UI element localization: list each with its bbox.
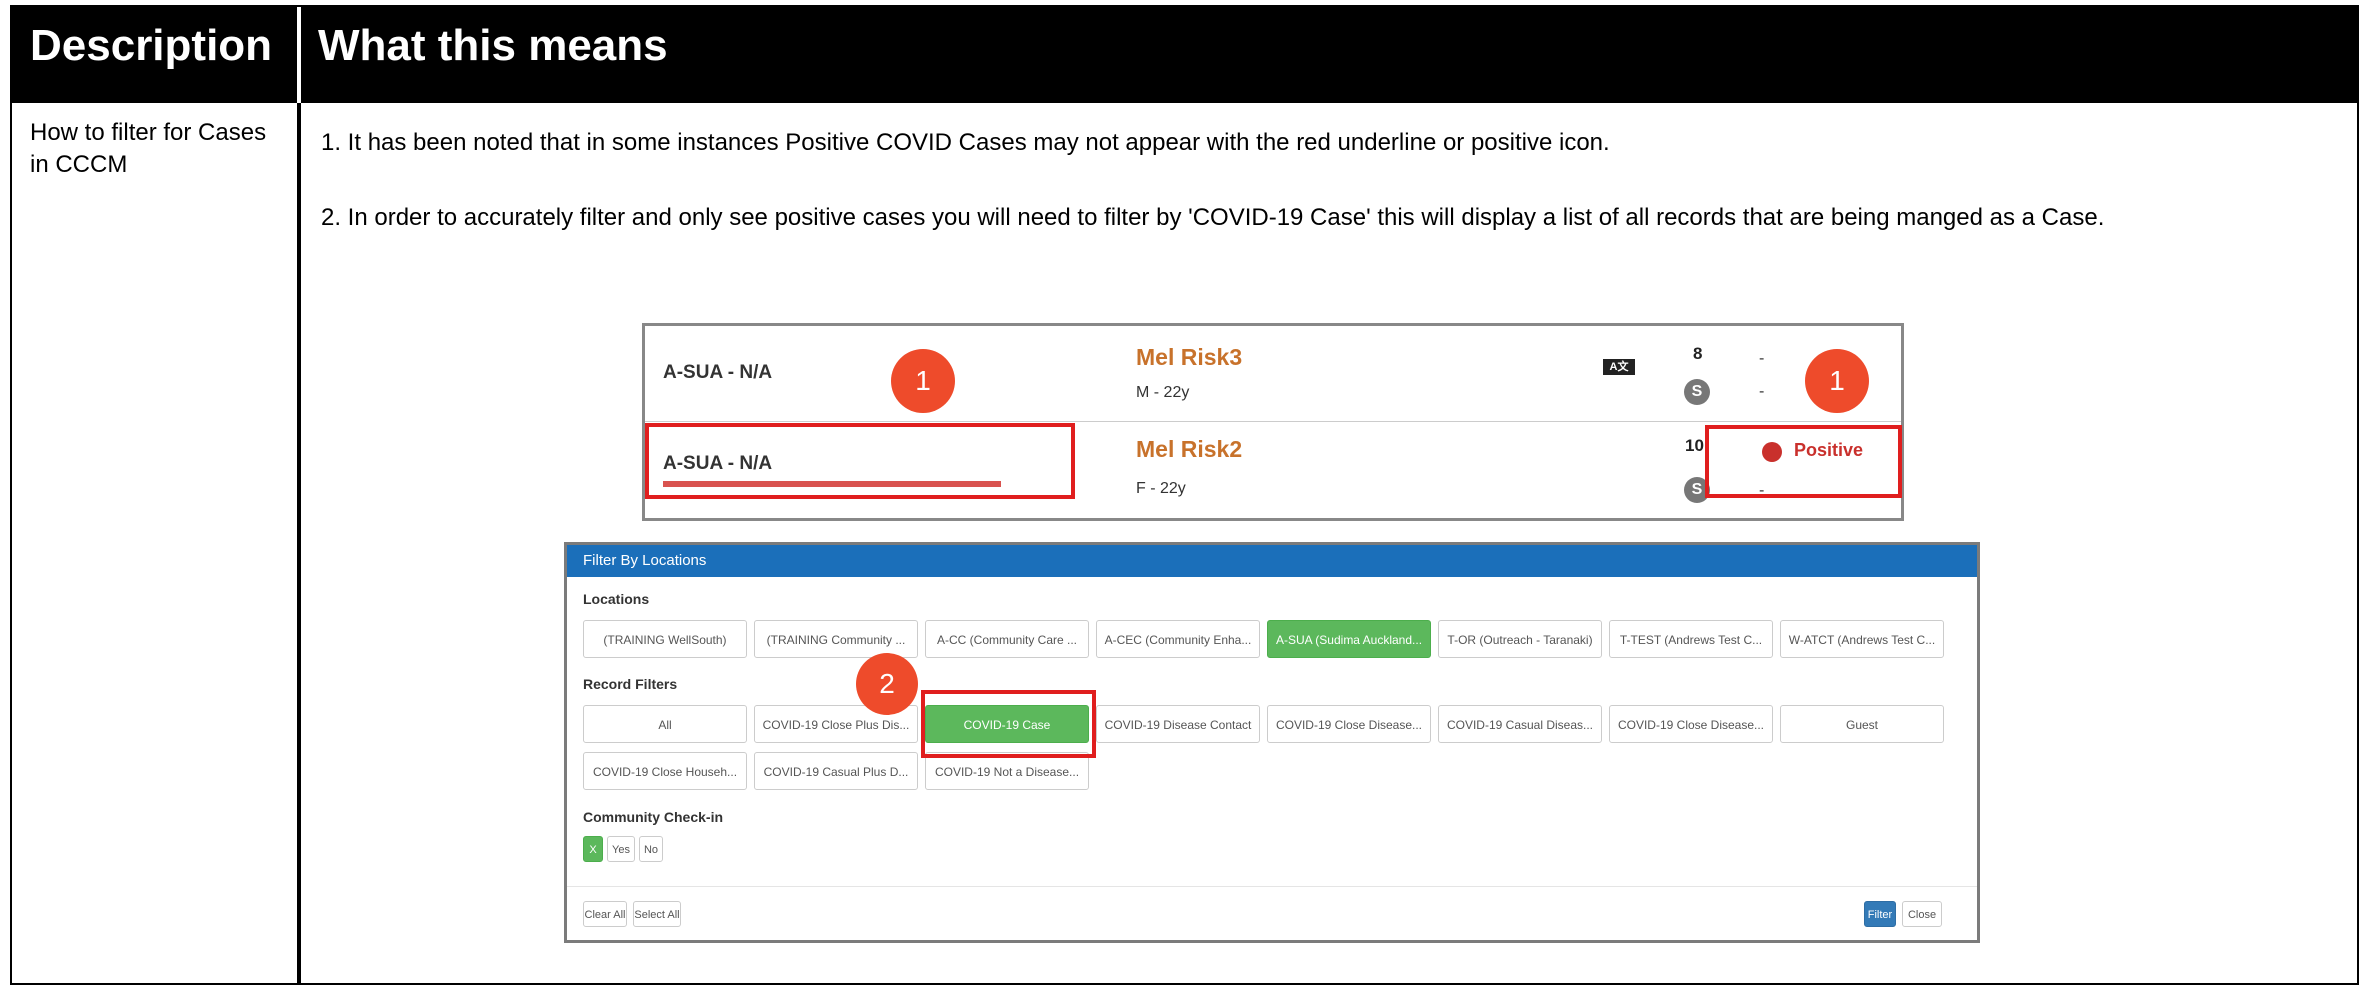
highlight-box-location bbox=[645, 423, 1075, 499]
filter-button[interactable]: Filter bbox=[1864, 901, 1896, 927]
record-filter-option[interactable]: COVID-19 Disease Contact bbox=[1096, 705, 1260, 743]
close-button[interactable]: Close bbox=[1902, 901, 1942, 927]
record-filter-option[interactable]: COVID-19 Close Disease... bbox=[1267, 705, 1431, 743]
location-option[interactable]: W-ATCT (Andrews Test C... bbox=[1780, 620, 1944, 658]
record-filter-option[interactable]: COVID-19 Casual Diseas... bbox=[1438, 705, 1602, 743]
row1-patient-info: M - 22y bbox=[1136, 384, 1190, 401]
dialog-title: Filter By Locations bbox=[567, 545, 1977, 577]
point-2-text: 2. In order to accurately filter and onl… bbox=[321, 204, 2105, 231]
header-description: Description bbox=[30, 21, 273, 70]
row2-number: 10 bbox=[1685, 436, 1704, 455]
location-option[interactable]: A-CEC (Community Enha... bbox=[1096, 620, 1260, 658]
point-1-text: 1. It has been noted that in some instan… bbox=[321, 129, 1610, 156]
row-description: How to filter for Cases in CCCM bbox=[30, 119, 267, 178]
record-filters-label: Record Filters bbox=[583, 676, 678, 692]
header-column-divider bbox=[297, 7, 301, 103]
row1-s-badge: S bbox=[1684, 379, 1710, 405]
record-filter-option[interactable]: COVID-19 Casual Plus D... bbox=[754, 752, 918, 790]
filter-dialog-screenshot: Filter By Locations Locations (TRAINING … bbox=[564, 542, 1980, 943]
location-option[interactable]: (TRAINING WellSouth) bbox=[583, 620, 747, 658]
table-header: Description What this means bbox=[12, 7, 2357, 103]
highlight-box-covid-case bbox=[921, 690, 1096, 758]
case-list-screenshot: A-SUA - N/A Mel Risk3 M - 22y A文 8 - S -… bbox=[642, 323, 1904, 521]
annotation-marker-2: 2 bbox=[856, 653, 918, 715]
locations-label: Locations bbox=[583, 591, 650, 607]
row1-dash-2: - bbox=[1759, 383, 1765, 400]
record-filter-option[interactable]: COVID-19 Close Disease... bbox=[1609, 705, 1773, 743]
select-all-button[interactable]: Select All bbox=[633, 901, 681, 927]
community-option-no[interactable]: No bbox=[639, 836, 663, 862]
column-divider bbox=[297, 7, 301, 983]
location-option[interactable]: (TRAINING Community ... bbox=[754, 620, 918, 658]
footer-divider bbox=[567, 886, 1977, 887]
annotation-marker-1a: 1 bbox=[891, 349, 955, 413]
language-icon: A文 bbox=[1603, 359, 1635, 375]
location-option[interactable]: A-CC (Community Care ... bbox=[925, 620, 1089, 658]
clear-all-button[interactable]: Clear All bbox=[583, 901, 627, 927]
location-option[interactable]: T-OR (Outreach - Taranaki) bbox=[1438, 620, 1602, 658]
row1-location: A-SUA - N/A bbox=[663, 362, 773, 383]
location-option[interactable]: T-TEST (Andrews Test C... bbox=[1609, 620, 1773, 658]
record-filter-option[interactable]: All bbox=[583, 705, 747, 743]
record-filter-option[interactable]: Guest bbox=[1780, 705, 1944, 743]
row2-patient-info: F - 22y bbox=[1136, 480, 1186, 497]
annotation-marker-1b: 1 bbox=[1805, 349, 1869, 413]
header-what-this-means: What this means bbox=[318, 21, 668, 70]
record-filter-option[interactable]: COVID-19 Close Househ... bbox=[583, 752, 747, 790]
row1-dash-1: - bbox=[1759, 350, 1765, 367]
community-option-x[interactable]: X bbox=[583, 836, 603, 862]
community-option-yes[interactable]: Yes bbox=[607, 836, 635, 862]
row1-number: 8 bbox=[1693, 344, 1703, 363]
community-checkin-label: Community Check-in bbox=[583, 809, 724, 825]
row2-patient-name: Mel Risk2 bbox=[1136, 436, 1243, 462]
highlight-box-positive bbox=[1705, 425, 1902, 498]
location-option-selected[interactable]: A-SUA (Sudima Auckland... bbox=[1267, 620, 1431, 658]
row-divider bbox=[645, 421, 1901, 422]
row1-patient-name: Mel Risk3 bbox=[1136, 344, 1243, 370]
